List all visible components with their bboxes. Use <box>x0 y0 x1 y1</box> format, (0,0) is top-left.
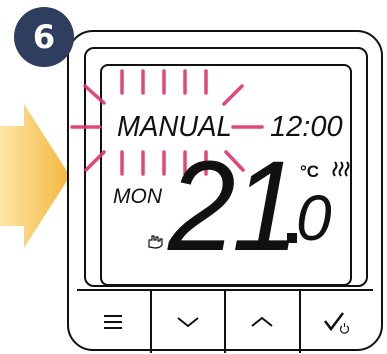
chevron-down-icon <box>177 317 199 328</box>
step-number-badge: 6 <box>14 7 74 67</box>
arrow-right-icon <box>0 104 70 248</box>
down-button[interactable] <box>152 291 226 353</box>
check-power-icon <box>323 312 349 334</box>
heating-waves-icon <box>332 161 350 177</box>
up-button[interactable] <box>226 291 301 353</box>
confirm-button[interactable] <box>301 291 374 353</box>
chevron-up-icon <box>251 316 273 327</box>
menu-button[interactable] <box>77 291 152 353</box>
hand-icon <box>148 235 163 249</box>
button-bar <box>77 289 373 353</box>
menu-icon <box>104 315 123 329</box>
temperature-decimal: 0 <box>296 182 332 254</box>
temperature-integer: 21 <box>168 135 299 278</box>
temperature-unit: °C <box>300 162 320 181</box>
day-of-week: MON <box>113 185 162 208</box>
